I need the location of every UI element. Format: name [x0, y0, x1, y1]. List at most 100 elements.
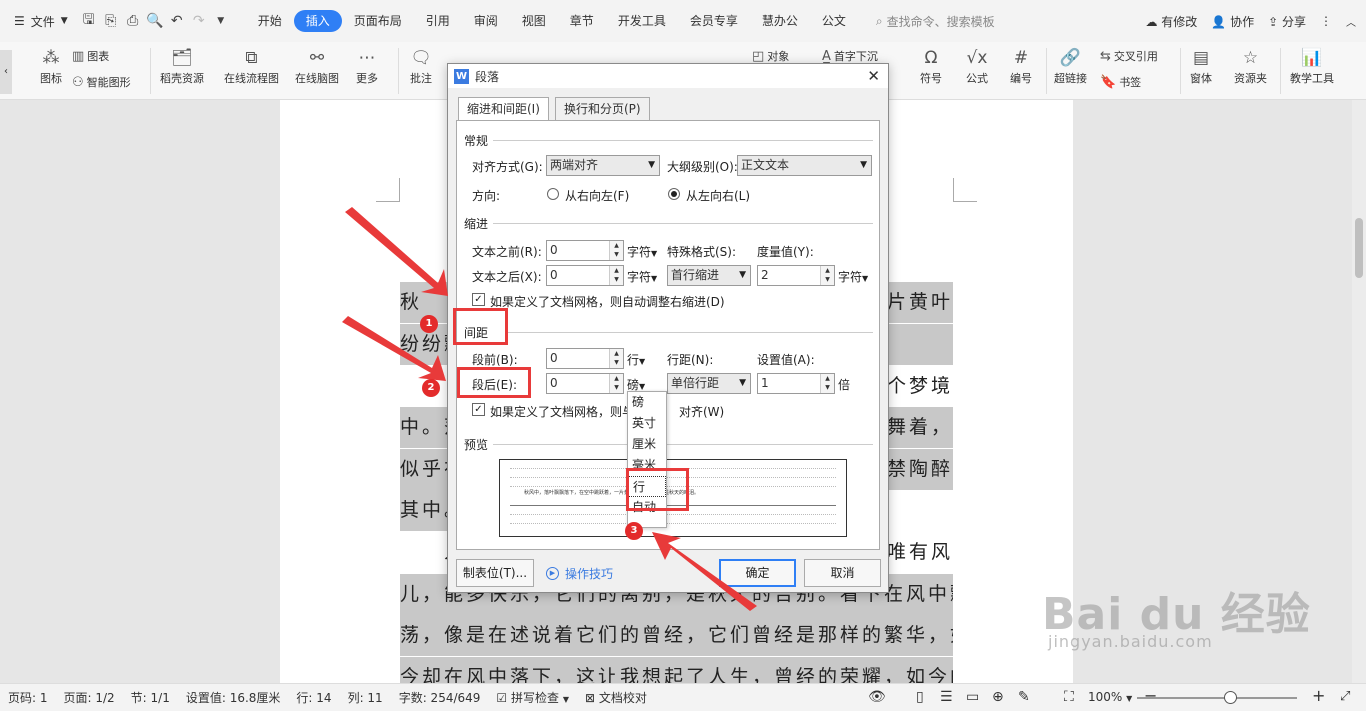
online-flowchart-button[interactable]: ⧉ 在线流程图 — [224, 46, 279, 86]
status-page-no[interactable]: 页码: 1 — [0, 689, 56, 706]
revise-button[interactable]: ☁ 有修改 — [1145, 13, 1197, 30]
status-pages[interactable]: 页面: 1/2 — [56, 689, 123, 706]
text-line[interactable]: 今却在风中落下，这让我想起了人生，曾经的荣耀，如今的 — [400, 657, 953, 683]
formula-button[interactable]: √x 公式 — [964, 46, 990, 86]
spinner-arrows-icon[interactable]: ▲ ▼ — [820, 266, 834, 285]
resource-folder-button[interactable]: ☆ 资源夹 — [1234, 46, 1267, 86]
tab-smart-office[interactable]: 慧办公 — [750, 10, 810, 32]
spinner-arrows-icon[interactable]: ▲ ▼ — [609, 349, 623, 368]
status-words[interactable]: 字数: 254/649 — [391, 689, 489, 706]
measure-spinner[interactable]: 2 ▲ ▼ — [757, 265, 835, 286]
tab-review[interactable]: 审阅 — [462, 10, 510, 32]
export-pdf-icon[interactable]: ⎘ — [100, 10, 122, 32]
tab-developer[interactable]: 开发工具 — [606, 10, 678, 32]
file-menu[interactable]: ☰ 文件 ▼ — [0, 0, 78, 42]
rtl-radio[interactable] — [547, 188, 559, 200]
comment-button[interactable]: 🗨 批注 — [408, 46, 434, 86]
line-spacing-select[interactable]: 单倍行距 ▼ — [667, 373, 751, 394]
scroll-thumb[interactable] — [1355, 218, 1363, 278]
status-row[interactable]: 行: 14 — [288, 689, 339, 706]
align-select[interactable]: 两端对齐 ▼ — [546, 155, 660, 176]
status-col[interactable]: 列: 11 — [340, 689, 391, 706]
hyperlink-button[interactable]: 🔗 超链接 — [1054, 46, 1087, 86]
outline-view-icon[interactable]: ☰ — [940, 689, 953, 705]
share-button[interactable]: ⇪ 分享 — [1268, 13, 1306, 30]
undo-icon[interactable]: ↶ — [166, 10, 188, 32]
symbol-button[interactable]: Ω 符号 — [918, 46, 944, 86]
fullscreen-icon[interactable]: ⤢ — [1340, 689, 1350, 704]
zoom-slider-knob[interactable] — [1224, 691, 1237, 704]
collab-button[interactable]: 👤 协作 — [1211, 13, 1254, 30]
outline-select[interactable]: 正文文本 ▼ — [737, 155, 872, 176]
doc-proof-button[interactable]: ⊠ 文档校对 — [577, 689, 655, 706]
spinner-arrows-icon[interactable]: ▲ ▼ — [609, 241, 623, 260]
zoom-slider[interactable] — [1137, 697, 1297, 699]
spell-check-button[interactable]: ☑ 拼写检查 ▼ — [488, 689, 577, 706]
ribbon-scroll-left-icon[interactable]: ‹ — [0, 50, 12, 94]
window-button[interactable]: ▤ 窗体 — [1188, 46, 1214, 86]
numbering-button[interactable]: # 编号 — [1008, 46, 1034, 86]
indent-before-unit[interactable]: 字符▼ — [627, 243, 657, 260]
space-after-spinner[interactable]: 0 ▲ ▼ — [546, 373, 624, 394]
zoom-in-icon[interactable]: + — [1312, 686, 1325, 705]
print-preview-icon[interactable]: 🔍 — [144, 10, 166, 32]
special-format-select[interactable]: 首行缩进 ▼ — [667, 265, 751, 286]
dropcap-button[interactable]: A̲ 首字下沉 — [822, 48, 878, 64]
grid-align-checkbox[interactable]: ✓ — [472, 403, 485, 416]
collapse-ribbon-icon[interactable]: ︿ — [1346, 14, 1356, 29]
reading-view-icon[interactable]: ▭ — [966, 689, 979, 705]
fit-page-icon[interactable]: ⛶ — [1064, 689, 1074, 705]
spinner-arrows-icon[interactable]: ▲ ▼ — [609, 266, 623, 285]
cancel-button[interactable]: 取消 — [804, 559, 881, 587]
setting-value-spinner[interactable]: 1 ▲ ▼ — [757, 373, 835, 394]
print-icon[interactable]: ⎙ — [122, 10, 144, 32]
teaching-tools-button[interactable]: 📊 教学工具 — [1290, 46, 1334, 86]
tab-page-layout[interactable]: 页面布局 — [342, 10, 414, 32]
zoom-level[interactable]: 100% ▼ — [1088, 690, 1132, 704]
indent-before-spinner[interactable]: 0 ▲ ▼ — [546, 240, 624, 261]
online-mindmap-button[interactable]: ⚯ 在线脑图 — [295, 46, 339, 86]
indent-after-spinner[interactable]: 0 ▲ ▼ — [546, 265, 624, 286]
save-icon[interactable]: 🖫 — [78, 10, 100, 32]
icon-button[interactable]: ⁂ 图标 — [38, 46, 64, 86]
space-before-spinner[interactable]: 0 ▲ ▼ — [546, 348, 624, 369]
indent-after-unit[interactable]: 字符▼ — [627, 268, 657, 285]
more-options-icon[interactable]: ⋮ — [1320, 14, 1332, 28]
tab-official-doc[interactable]: 公文 — [810, 10, 858, 32]
ltr-radio[interactable] — [668, 188, 680, 200]
shell-resources-button[interactable]: 🗂 稻壳资源 — [160, 46, 204, 86]
web-view-icon[interactable]: ⊕ — [992, 689, 1004, 705]
unit-option-inch[interactable]: 英寸 — [628, 413, 666, 434]
vertical-scrollbar[interactable] — [1352, 100, 1366, 683]
pen-icon[interactable]: ✎ — [1018, 689, 1030, 705]
tab-chapter[interactable]: 章节 — [558, 10, 606, 32]
measure-unit[interactable]: 字符▼ — [838, 268, 868, 285]
tab-home[interactable]: 开始 — [246, 10, 294, 32]
quick-access-more-icon[interactable]: ▼ — [210, 10, 232, 32]
text-line[interactable]: 其中。 — [400, 490, 450, 531]
spinner-arrows-icon[interactable]: ▲ ▼ — [820, 374, 834, 393]
unit-option-pound[interactable]: 磅 — [628, 392, 666, 413]
page-view-icon[interactable]: ▯ — [916, 689, 924, 705]
zoom-out-icon[interactable]: − — [1144, 686, 1157, 705]
command-search[interactable]: ⌕ 查找命令、搜索模板 — [876, 13, 995, 30]
status-setting[interactable]: 设置值: 16.8厘米 — [178, 689, 289, 706]
eye-icon[interactable]: 👁 — [868, 689, 886, 705]
auto-adjust-checkbox[interactable]: ✓ — [472, 293, 485, 306]
smart-graphic-button[interactable]: ⚇ 智能图形 — [72, 74, 131, 90]
tab-references[interactable]: 引用 — [414, 10, 462, 32]
tab-stops-button[interactable]: 制表位(T)... — [456, 559, 534, 587]
bookmark-button[interactable]: 🔖 书签 — [1100, 74, 1141, 90]
chart-button[interactable]: ▥ 图表 — [72, 48, 109, 64]
redo-icon[interactable]: ↷ — [188, 10, 210, 32]
close-icon[interactable]: ✕ — [867, 67, 880, 85]
text-line[interactable]: 荡，像是在述说着它们的曾经，它们曾经是那样的繁华，如 — [400, 615, 953, 656]
more-button[interactable]: ⋯ 更多 — [354, 46, 380, 86]
spinner-arrows-icon[interactable]: ▲ ▼ — [609, 374, 623, 393]
tab-insert[interactable]: 插入 — [293, 10, 342, 32]
tips-link[interactable]: ▶ 操作技巧 — [546, 565, 613, 582]
space-before-unit[interactable]: 行▼ — [627, 351, 645, 368]
tab-view[interactable]: 视图 — [510, 10, 558, 32]
status-section[interactable]: 节: 1/1 — [123, 689, 178, 706]
unit-option-cm[interactable]: 厘米 — [628, 434, 666, 455]
